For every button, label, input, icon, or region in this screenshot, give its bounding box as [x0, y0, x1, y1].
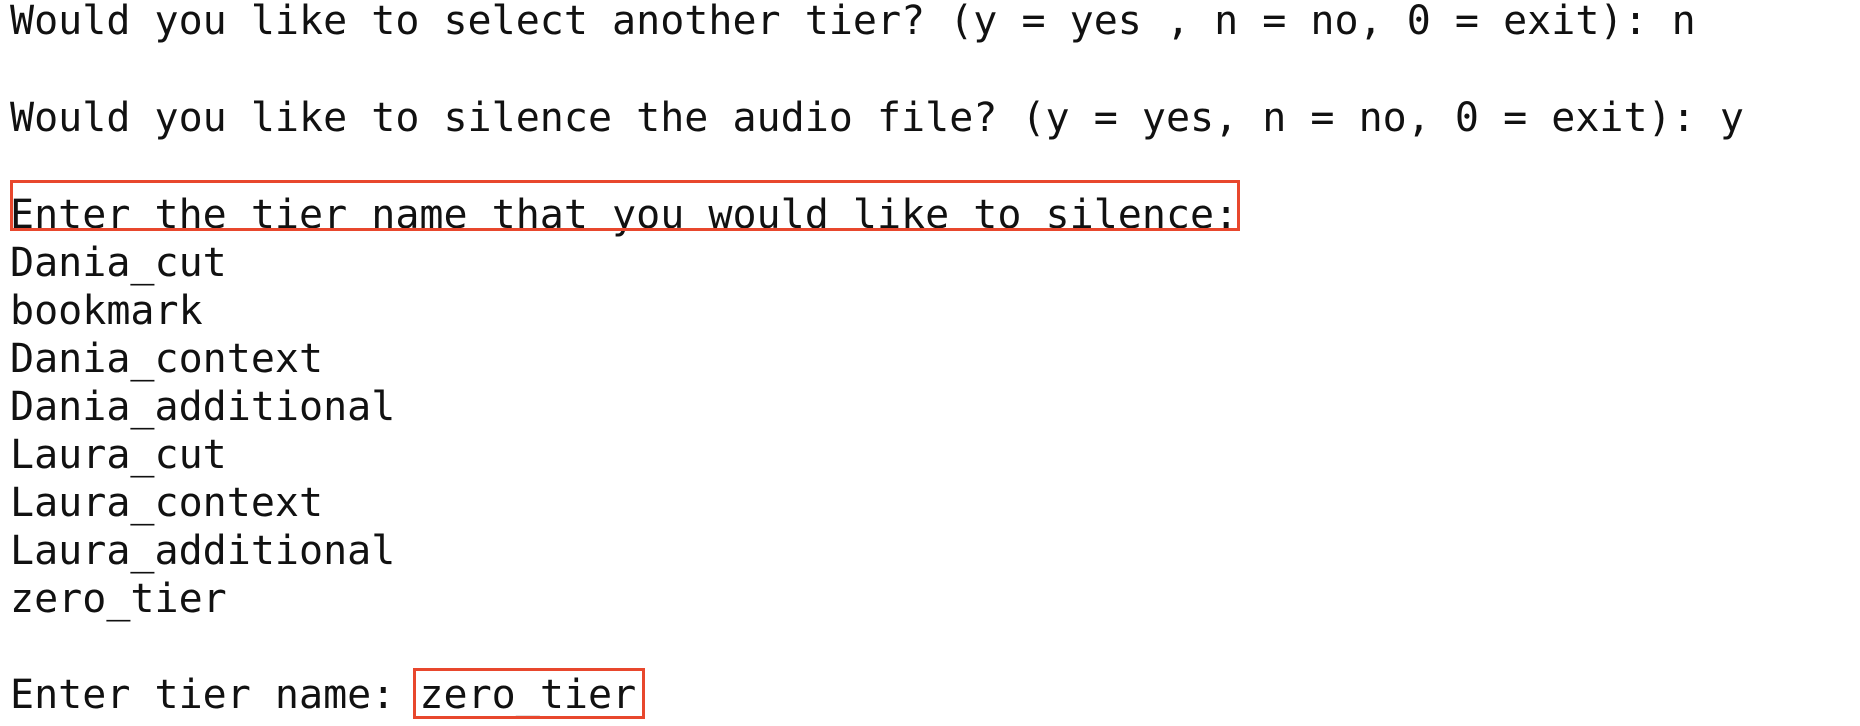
tier-list-item: Laura_cut — [10, 432, 227, 478]
terminal-line-select-tier: Would you like to select another tier? (… — [10, 0, 1696, 44]
tier-list-item: Laura_context — [10, 480, 324, 526]
tier-list-item: bookmark — [10, 288, 203, 334]
tier-list-item: Laura_additional — [10, 528, 396, 574]
tier-name-prompt-label: Enter tier name: — [10, 672, 420, 718]
highlight-box-input — [413, 668, 645, 719]
tier-list-item: zero_tier — [10, 576, 227, 622]
tier-list-item: Dania_context — [10, 336, 324, 382]
tier-list-item: Dania_additional — [10, 384, 396, 430]
terminal-window[interactable]: Would you like to select another tier? (… — [0, 0, 1860, 726]
tier-list-item: Dania_cut — [10, 240, 227, 286]
terminal-line-silence-audio: Would you like to silence the audio file… — [10, 95, 1744, 141]
highlight-box-prompt — [10, 180, 1240, 231]
